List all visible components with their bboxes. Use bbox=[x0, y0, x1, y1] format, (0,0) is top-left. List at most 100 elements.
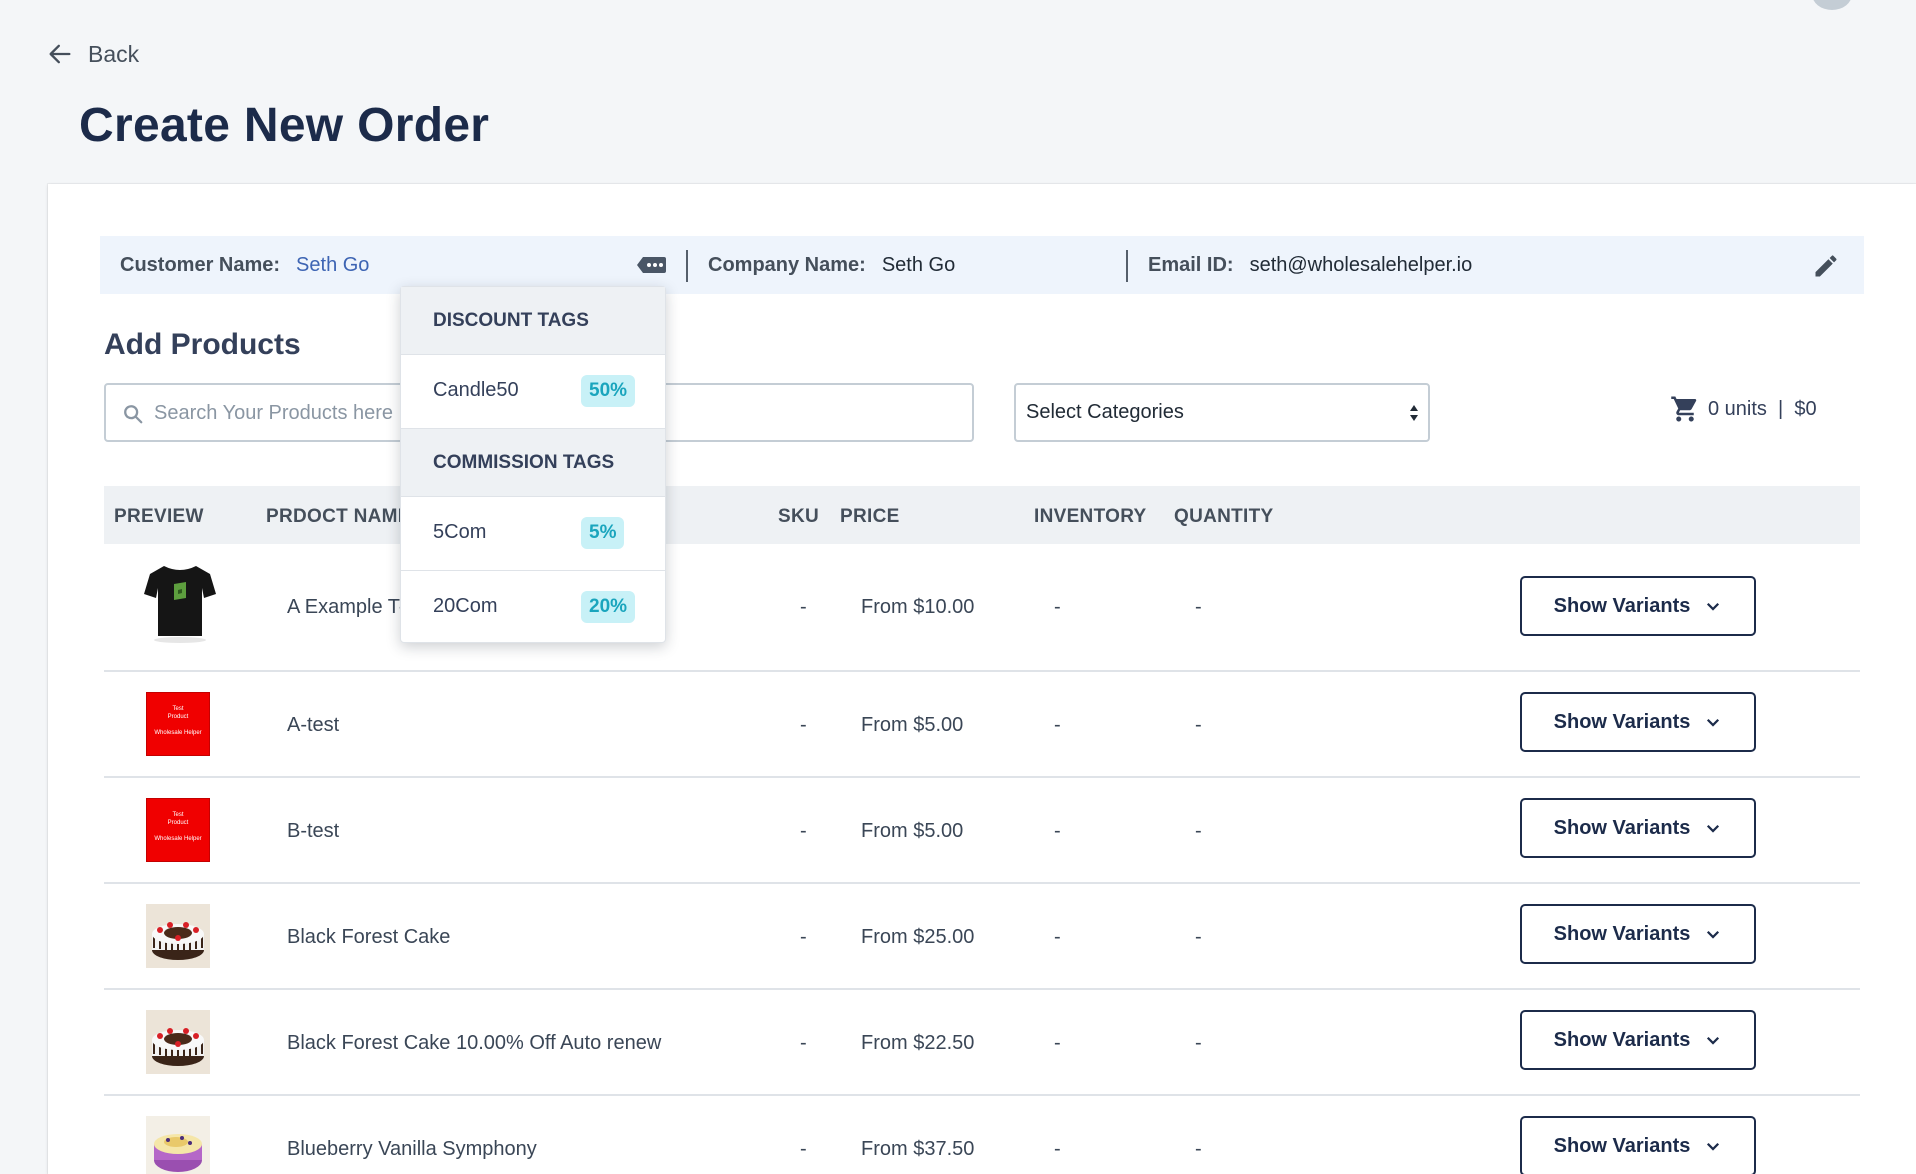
commission-tag-item[interactable]: 5Com 5% bbox=[401, 497, 665, 571]
product-inventory: - bbox=[1054, 714, 1061, 736]
table-row: Test Product Wholesale Helper B-test - F… bbox=[104, 778, 1860, 884]
search-icon bbox=[124, 405, 143, 424]
tag-icon[interactable] bbox=[635, 253, 667, 277]
thumb-text: Product bbox=[167, 820, 189, 826]
commission-tags-heading: COMMISSION TAGS bbox=[401, 429, 665, 497]
show-variants-label: Show Variants bbox=[1553, 1028, 1691, 1051]
email-field: Email ID: seth@wholesalehelper.io bbox=[1148, 254, 1472, 277]
back-label: Back bbox=[88, 40, 140, 67]
chevron-down-icon bbox=[1707, 930, 1720, 939]
show-variants-button[interactable]: Show Variants bbox=[1520, 1010, 1756, 1070]
show-variants-label: Show Variants bbox=[1553, 922, 1691, 945]
show-variants-label: Show Variants bbox=[1553, 710, 1691, 733]
product-sku: - bbox=[800, 596, 807, 618]
cart-summary[interactable]: 0 units | $0 bbox=[1670, 394, 1817, 424]
product-quantity: - bbox=[1195, 1032, 1202, 1054]
product-inventory: - bbox=[1054, 926, 1061, 948]
thumb-text: Product bbox=[167, 714, 189, 720]
show-variants-button[interactable]: Show Variants bbox=[1520, 576, 1756, 636]
chevron-down-icon bbox=[1707, 824, 1720, 833]
arrow-left-icon bbox=[49, 44, 71, 64]
thumb-text: Wholesale Helper bbox=[154, 730, 202, 736]
show-variants-button[interactable]: Show Variants bbox=[1520, 798, 1756, 858]
tags-popover: DISCOUNT TAGS Candle50 50% COMMISSION TA… bbox=[400, 286, 666, 643]
chevron-down-icon bbox=[1707, 1142, 1720, 1151]
show-variants-label: Show Variants bbox=[1553, 594, 1691, 617]
test-product-image: Test Product Wholesale Helper bbox=[146, 692, 210, 756]
show-variants-button[interactable]: Show Variants bbox=[1520, 692, 1756, 752]
col-sku[interactable]: SKU bbox=[778, 506, 819, 528]
col-price[interactable]: PRICE bbox=[840, 506, 900, 528]
cart-icon bbox=[1671, 396, 1697, 422]
table-row: Black Forest Cake 10.00% Off Auto renew … bbox=[104, 990, 1860, 1096]
pencil-icon[interactable] bbox=[1812, 252, 1840, 280]
product-sku: - bbox=[800, 714, 807, 736]
product-price: From $5.00 bbox=[861, 714, 964, 736]
product-name[interactable]: Black Forest Cake bbox=[287, 926, 450, 949]
show-variants-button[interactable]: Show Variants bbox=[1520, 1116, 1756, 1174]
customer-name-label: Customer Name: bbox=[120, 253, 281, 276]
tag-percent-badge: 50% bbox=[581, 375, 636, 407]
thumb-text: Test bbox=[172, 812, 184, 818]
customer-name-link[interactable]: Seth Go bbox=[296, 254, 369, 277]
product-name[interactable]: Blueberry Vanilla Symphony bbox=[287, 1138, 537, 1161]
discount-tag-item[interactable]: Candle50 50% bbox=[401, 355, 665, 429]
tshirt-image bbox=[144, 566, 216, 643]
product-quantity: - bbox=[1195, 714, 1202, 736]
product-price: From $22.50 bbox=[861, 1032, 975, 1054]
product-inventory: - bbox=[1054, 1138, 1061, 1160]
tag-name: 20Com bbox=[433, 595, 498, 617]
discount-tags-heading: DISCOUNT TAGS bbox=[401, 287, 665, 355]
product-name[interactable]: B-test bbox=[287, 820, 339, 843]
col-preview: PREVIEW bbox=[114, 506, 204, 527]
category-select[interactable]: Select Categories bbox=[1014, 383, 1430, 442]
product-inventory: - bbox=[1054, 1032, 1061, 1054]
thumb-text: Test bbox=[172, 706, 184, 712]
product-price: From $10.00 bbox=[861, 596, 975, 618]
tag-name: 5Com bbox=[433, 521, 487, 543]
category-select-value: Select Categories bbox=[1026, 401, 1184, 423]
email-label: Email ID: bbox=[1148, 253, 1234, 276]
product-quantity: - bbox=[1195, 820, 1202, 842]
product-quantity: - bbox=[1195, 1138, 1202, 1160]
company-name-value: Seth Go bbox=[881, 253, 956, 276]
thumb-text: Wholesale Helper bbox=[154, 836, 202, 842]
select-arrows-icon bbox=[1410, 405, 1418, 421]
divider bbox=[686, 250, 688, 282]
test-product-image: Test Product Wholesale Helper bbox=[146, 798, 210, 862]
company-name-field: Company Name: Seth Go bbox=[708, 254, 955, 277]
product-sku: - bbox=[800, 820, 807, 842]
product-price: From $5.00 bbox=[861, 820, 964, 842]
cake-image bbox=[146, 904, 210, 968]
product-sku: - bbox=[800, 1138, 807, 1160]
col-product-name[interactable]: PRDOCT NAME bbox=[266, 506, 411, 528]
cart-summary-text: 0 units | $0 bbox=[1708, 397, 1817, 420]
show-variants-label: Show Variants bbox=[1553, 1134, 1691, 1157]
table-row: A Example T-Shirt - From $10.00 - - Show… bbox=[104, 544, 1860, 672]
product-inventory: - bbox=[1054, 596, 1061, 618]
company-name-label: Company Name: bbox=[708, 253, 866, 276]
product-sku: - bbox=[800, 1032, 807, 1054]
blueberry-cake-image bbox=[146, 1116, 210, 1174]
cake-image bbox=[146, 1010, 210, 1074]
col-inventory[interactable]: INVENTORY bbox=[1034, 506, 1147, 528]
product-name[interactable]: A-test bbox=[287, 714, 339, 737]
show-variants-button[interactable]: Show Variants bbox=[1520, 904, 1756, 964]
product-name[interactable]: Black Forest Cake 10.00% Off Auto renew bbox=[287, 1032, 661, 1055]
tag-name: Candle50 bbox=[433, 379, 519, 401]
product-inventory: - bbox=[1054, 820, 1061, 842]
product-price: From $25.00 bbox=[861, 926, 975, 948]
chevron-down-icon bbox=[1707, 718, 1720, 727]
email-value: seth@wholesalehelper.io bbox=[1249, 253, 1473, 276]
product-quantity: - bbox=[1195, 926, 1202, 948]
col-quantity[interactable]: QUANTITY bbox=[1174, 506, 1274, 528]
commission-tag-item[interactable]: 20Com 20% bbox=[401, 571, 665, 645]
user-avatar[interactable] bbox=[1812, 0, 1852, 10]
back-link[interactable]: Back bbox=[46, 40, 139, 68]
divider bbox=[1126, 250, 1128, 282]
add-products-title: Add Products bbox=[104, 328, 301, 361]
page-title: Create New Order bbox=[79, 99, 490, 152]
customer-name-field: Customer Name: Seth Go bbox=[120, 254, 369, 277]
chevron-down-icon bbox=[1707, 602, 1720, 611]
table-row: Blueberry Vanilla Symphony - From $37.50… bbox=[104, 1096, 1860, 1174]
